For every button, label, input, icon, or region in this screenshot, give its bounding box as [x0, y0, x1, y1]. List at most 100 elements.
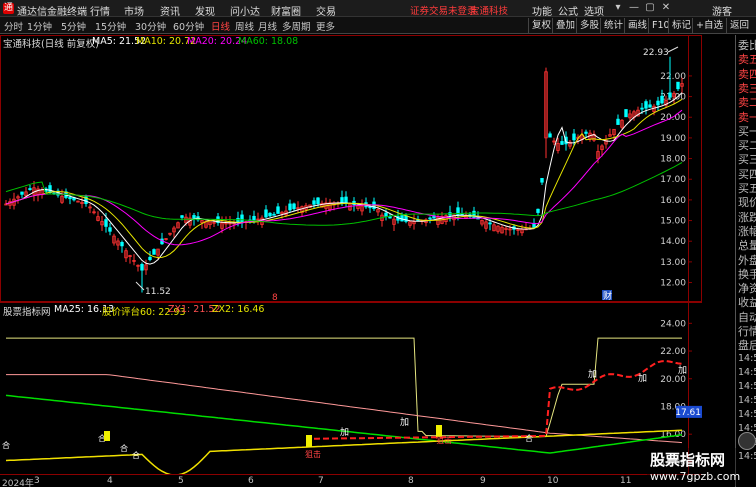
- date-axis: 2024年 3 4 5 6 7 8 9 10 11: [0, 474, 702, 487]
- candle-body: [272, 213, 276, 216]
- candle-body: [560, 141, 564, 145]
- app-logo-icon: 通: [3, 3, 14, 14]
- period-monthly[interactable]: 月线: [258, 19, 277, 33]
- login-notice[interactable]: 证券交易未登录: [410, 3, 477, 17]
- assistant-icon[interactable]: [738, 432, 756, 450]
- mark-button[interactable]: 标记: [668, 18, 694, 33]
- x-label-may: 5: [178, 476, 184, 486]
- candle-body: [312, 200, 316, 205]
- candle-body: [472, 210, 476, 219]
- menu-quotes[interactable]: 行情: [90, 3, 110, 18]
- watermark-url: www.7gpzb.com: [650, 470, 741, 483]
- overlay-button[interactable]: 叠加: [552, 18, 578, 33]
- menu-bar: 通 通达信金融终端 行情 市场 资讯 发现 问小达 财富圈 交易 证券交易未登录…: [0, 0, 756, 18]
- dropdown-icon[interactable]: ▾: [612, 2, 624, 14]
- period-tick[interactable]: 分时: [4, 19, 23, 33]
- candle-body: [624, 109, 628, 118]
- candle-body: [120, 242, 124, 247]
- kline-chart-pane[interactable]: 22.00 21.00 20.00 19.00 18.00 17.00 16.00 15.00…: [0, 35, 702, 302]
- menu-function[interactable]: 功能: [532, 3, 552, 18]
- adjust-button[interactable]: 复权: [528, 18, 554, 33]
- multi-stock-button[interactable]: 多股: [576, 18, 602, 33]
- guest-label[interactable]: 游客: [712, 3, 732, 18]
- side-item: 盘后: [738, 339, 756, 353]
- candle-body: [648, 104, 652, 108]
- period-60min[interactable]: 60分钟: [173, 19, 204, 33]
- menu-market[interactable]: 市场: [124, 3, 144, 18]
- maximize-icon[interactable]: ▢: [644, 2, 656, 14]
- candle-body: [656, 100, 660, 106]
- attack-bar: [306, 435, 312, 447]
- period-toolbar: 分时 1分钟 5分钟 15分钟 30分钟 60分钟 日线 周线 月线 多周期 更…: [0, 17, 756, 34]
- kline-chart[interactable]: 22.0021.0020.0019.0018.0017.0016.0015.00…: [0, 35, 702, 302]
- period-1min[interactable]: 1分钟: [27, 19, 52, 33]
- finance-marker: 财: [603, 290, 612, 302]
- candle-body: [264, 209, 268, 218]
- menu-discover[interactable]: 发现: [195, 3, 215, 18]
- menu-options[interactable]: 选项: [584, 3, 604, 18]
- candle-body: [668, 92, 672, 98]
- quote-side-panel[interactable]: 委比卖五卖四卖三卖二卖一买一买二买三买四买五现价涨跌涨幅总量外盘换手净资收益自动…: [735, 35, 756, 487]
- menu-wealth[interactable]: 财富圈: [271, 3, 301, 18]
- candle-body: [148, 256, 152, 261]
- attack-signal-label: 狙击: [436, 435, 452, 445]
- x-label-sep: 9: [480, 476, 486, 486]
- x-label-year: 2024年: [2, 479, 34, 487]
- candle-body: [540, 178, 544, 183]
- y-tick-label: 20.00: [660, 113, 686, 123]
- candle-body: [428, 217, 432, 220]
- candle-body: [28, 188, 32, 190]
- hold-signal-label: 合: [132, 450, 140, 460]
- side-time: 14:52: [738, 381, 756, 392]
- minimize-icon[interactable]: —: [628, 2, 640, 14]
- buy-signal-label: 加: [400, 417, 409, 428]
- period-5min[interactable]: 5分钟: [61, 19, 86, 33]
- event-marker: 8: [272, 293, 278, 302]
- period-more[interactable]: 更多: [316, 19, 335, 33]
- candle-body: [140, 264, 144, 271]
- period-daily[interactable]: 日线: [211, 19, 230, 33]
- hold-signal-label: 合: [2, 440, 10, 450]
- menu-formula[interactable]: 公式: [558, 3, 578, 18]
- y-tick-label: 12.00: [660, 279, 686, 289]
- candle-body: [104, 219, 108, 227]
- x-label-mar: 3: [34, 476, 40, 486]
- stats-button[interactable]: 统计: [600, 18, 626, 33]
- buy-signal-label: 加: [588, 369, 597, 380]
- draw-button[interactable]: 画线: [624, 18, 650, 33]
- menu-ask[interactable]: 问小达: [230, 3, 260, 18]
- side-time: 14:50: [738, 353, 756, 364]
- candle-body: [152, 249, 156, 255]
- menu-news[interactable]: 资讯: [160, 3, 180, 18]
- indicator-chart[interactable]: 24.0022.0020.0018.0016.0014.0017.61加加加 加加…: [0, 303, 702, 475]
- x-label-nov: 11: [620, 476, 632, 486]
- menu-trade[interactable]: 交易: [316, 3, 336, 18]
- candle-body: [640, 107, 644, 110]
- candle-body: [644, 101, 648, 109]
- current-value-label: 17.61: [675, 408, 701, 418]
- period-multi[interactable]: 多周期: [282, 19, 311, 33]
- attack-signal-label: 狙击: [305, 449, 321, 459]
- candle-body: [572, 133, 576, 141]
- buy-signal-label: 加: [340, 427, 349, 438]
- chart-title: 宝通科技(日线 前复权): [3, 39, 99, 50]
- period-weekly[interactable]: 周线: [235, 19, 254, 33]
- candle-body: [676, 81, 680, 90]
- y-tick-label: 13.00: [660, 258, 686, 268]
- add-watchlist-button[interactable]: +自选: [692, 18, 726, 33]
- close-icon[interactable]: ✕: [660, 2, 672, 14]
- candle-body: [292, 203, 296, 210]
- side-time: 14:53: [738, 395, 756, 406]
- y-tick-label: 21.00: [660, 93, 686, 103]
- candle-body: [276, 206, 280, 214]
- period-15min[interactable]: 15分钟: [95, 19, 126, 33]
- candle-body: [268, 212, 272, 217]
- indicator-pane[interactable]: 24.00 22.00 20.00 18.00 16.00 14.00 17.61 加加加加加…: [0, 302, 702, 475]
- back-button[interactable]: 返回: [726, 18, 752, 33]
- candle-body: [536, 208, 540, 213]
- candle-body: [660, 95, 664, 104]
- watermark-title: 股票指标网: [650, 451, 726, 469]
- x-label-oct: 10: [547, 476, 559, 486]
- buy-signal-label: 加: [678, 365, 687, 376]
- period-30min[interactable]: 30分钟: [135, 19, 166, 33]
